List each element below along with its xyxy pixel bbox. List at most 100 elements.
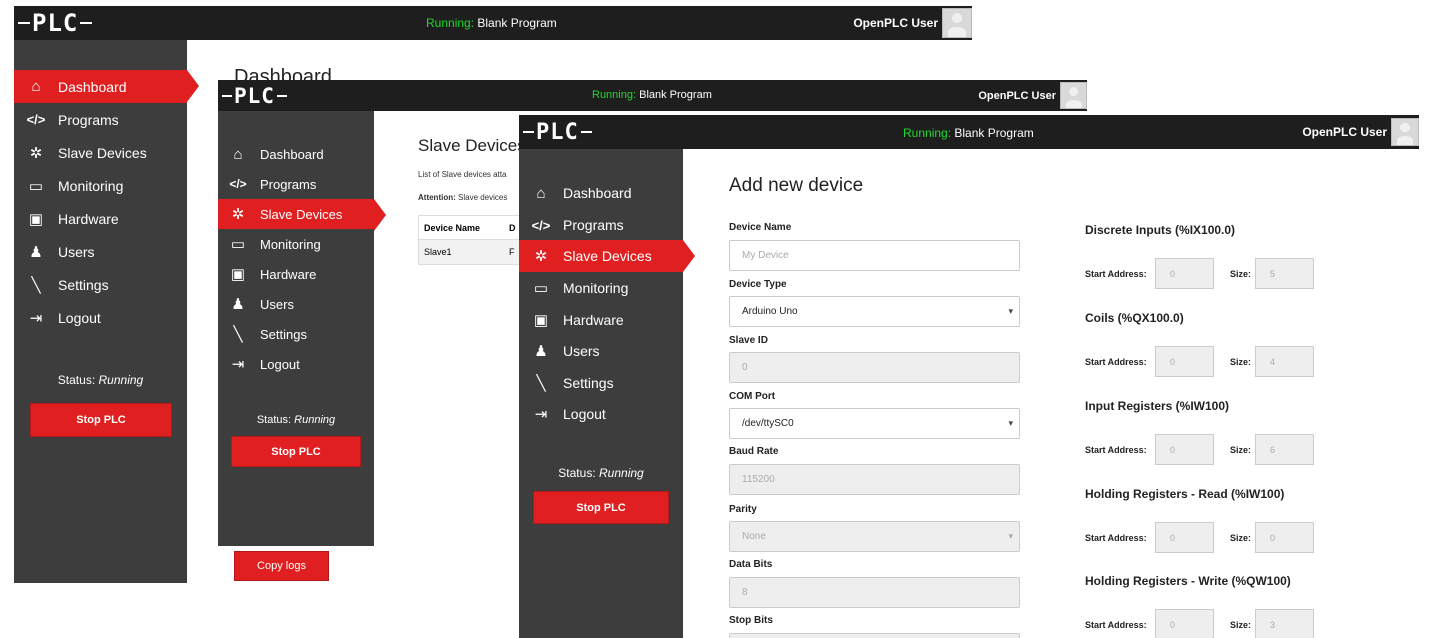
holding-registers-read-title: Holding Registers - Read (%IW100): [1085, 487, 1285, 501]
logout-icon: ⇥: [231, 356, 245, 373]
sidebar-item-label: Users: [58, 243, 95, 260]
coils-start-input[interactable]: 0: [1155, 346, 1214, 377]
top-bar: PLC Running: Blank Program OpenPLC User: [519, 115, 1419, 149]
sidebar-item-users[interactable]: ♟ Users: [14, 235, 187, 268]
stop-plc-button[interactable]: Stop PLC: [231, 436, 361, 467]
device-type-label: Device Type: [729, 279, 787, 290]
sidebar-item-logout[interactable]: ⇥ Logout: [14, 301, 187, 334]
parity-select[interactable]: None: [729, 521, 1020, 552]
user-name: OpenPLC User: [978, 89, 1056, 102]
code-icon: </>: [26, 112, 46, 127]
input-registers-start-input[interactable]: 0: [1155, 434, 1214, 465]
sidebar-item-hardware[interactable]: ▣ Hardware: [519, 304, 683, 336]
holding-write-start-input[interactable]: 0: [1155, 609, 1214, 638]
device-name-input[interactable]: My Device: [729, 240, 1020, 271]
chip-icon: ▣: [28, 210, 44, 228]
sidebar-item-logout[interactable]: ⇥ Logout: [519, 398, 683, 430]
program-name: Blank Program: [477, 16, 557, 30]
sidebar-item-label: Users: [563, 343, 600, 359]
size-label: Size:: [1230, 533, 1252, 543]
wrench-icon: ╲: [233, 326, 243, 343]
sidebar-item-label: Settings: [563, 375, 614, 391]
top-bar: PLC Running: Blank Program OpenPLC User: [218, 80, 1087, 111]
users-icon: ♟: [231, 296, 245, 313]
sidebar-item-label: Hardware: [260, 266, 317, 282]
sidebar-item-monitoring[interactable]: ▭ Monitoring: [14, 169, 187, 202]
coils-size-input[interactable]: 4: [1255, 346, 1314, 377]
sidebar-item-programs[interactable]: </> Programs: [14, 103, 187, 136]
sidebar-item-programs[interactable]: </> Programs: [218, 169, 374, 199]
slave-id-label: Slave ID: [729, 335, 768, 346]
sidebar-item-hardware[interactable]: ▣ Hardware: [14, 202, 187, 235]
sidebar-item-monitoring[interactable]: ▭ Monitoring: [519, 272, 683, 304]
input-registers-size-input[interactable]: 6: [1255, 434, 1314, 465]
sidebar-item-settings[interactable]: ╲ Settings: [14, 268, 187, 301]
sidebar-item-label: Monitoring: [260, 236, 321, 252]
sidebar-item-hardware[interactable]: ▣ Hardware: [218, 259, 374, 289]
sidebar-item-dashboard[interactable]: ⌂ Dashboard: [519, 177, 683, 209]
users-icon: ♟: [29, 243, 43, 261]
device-type-select[interactable]: Arduino Uno: [729, 296, 1020, 327]
com-port-label: COM Port: [729, 391, 776, 402]
user-menu[interactable]: OpenPLC User: [853, 6, 972, 40]
user-menu[interactable]: OpenPLC User: [978, 80, 1087, 111]
sidebar-item-slave-devices[interactable]: ✲ Slave Devices: [14, 136, 187, 169]
sidebar-item-label: Slave Devices: [260, 206, 343, 222]
gear-cluster-icon: ✲: [29, 144, 43, 162]
sidebar-item-users[interactable]: ♟ Users: [519, 335, 683, 367]
stop-bits-label: Stop Bits: [729, 615, 773, 626]
home-icon: ⌂: [536, 184, 546, 202]
size-label: Size:: [1230, 620, 1252, 630]
sidebar-item-monitoring[interactable]: ▭ Monitoring: [218, 229, 374, 259]
home-icon: ⌂: [31, 78, 41, 95]
user-menu[interactable]: OpenPLC User: [1302, 115, 1419, 149]
attention-note: Attention: Slave devices: [418, 193, 508, 202]
sidebar-item-programs[interactable]: </> Programs: [519, 209, 683, 241]
size-label: Size:: [1230, 269, 1252, 279]
sidebar-item-logout[interactable]: ⇥ Logout: [218, 349, 374, 379]
sidebar-item-label: Logout: [260, 356, 300, 372]
sidebar-item-dashboard[interactable]: ⌂ Dashboard: [218, 139, 374, 169]
code-icon: </>: [531, 217, 551, 233]
program-name: Blank Program: [954, 126, 1034, 140]
sidebar-item-slave-devices[interactable]: ✲ Slave Devices: [519, 240, 695, 272]
logout-icon: ⇥: [534, 406, 548, 423]
sidebar-item-label: Settings: [58, 276, 109, 293]
gear-cluster-icon: ✲: [534, 248, 548, 265]
discrete-inputs-size-input[interactable]: 5: [1255, 258, 1314, 289]
sidebar-item-dashboard[interactable]: ⌂ Dashboard: [14, 70, 199, 103]
monitor-icon: ▭: [230, 236, 246, 253]
logo-text: PLC: [536, 119, 579, 145]
users-icon: ♟: [534, 343, 548, 360]
stop-bits-input[interactable]: [729, 633, 1020, 638]
discrete-inputs-title: Discrete Inputs (%IX100.0): [1085, 223, 1236, 237]
baud-rate-input[interactable]: 115200: [729, 464, 1020, 495]
page-title: Add new device: [729, 175, 864, 196]
run-label: Running:: [592, 89, 637, 101]
com-port-select[interactable]: /dev/ttySC0: [729, 408, 1020, 439]
user-name: OpenPLC User: [1302, 125, 1387, 139]
sidebar-item-settings[interactable]: ╲ Settings: [519, 367, 683, 399]
sidebar-item-slave-devices[interactable]: ✲ Slave Devices: [218, 199, 386, 231]
holding-read-size-input[interactable]: 0: [1255, 522, 1314, 553]
size-label: Size:: [1230, 445, 1252, 455]
logout-icon: ⇥: [29, 309, 43, 327]
home-icon: ⌂: [233, 145, 243, 163]
holding-write-size-input[interactable]: 3: [1255, 609, 1314, 638]
sidebar-item-settings[interactable]: ╲ Settings: [218, 319, 374, 349]
sidebar-item-label: Logout: [563, 406, 606, 422]
sidebar-item-label: Dashboard: [260, 146, 324, 162]
discrete-inputs-start-input[interactable]: 0: [1155, 258, 1214, 289]
copy-logs-button[interactable]: Copy logs: [234, 551, 329, 581]
sidebar-item-users[interactable]: ♟ Users: [218, 289, 374, 319]
avatar: [942, 8, 972, 38]
data-bits-input[interactable]: 8: [729, 577, 1020, 608]
start-address-label: Start Address:: [1085, 357, 1147, 367]
stop-plc-button[interactable]: Stop PLC: [533, 491, 669, 524]
stop-plc-button[interactable]: Stop PLC: [30, 403, 172, 437]
slave-id-input[interactable]: 0: [729, 352, 1020, 383]
page-title: Slave Devices: [418, 136, 526, 155]
sidebar-item-label: Settings: [260, 326, 307, 342]
monitor-icon: ▭: [28, 177, 44, 195]
holding-read-start-input[interactable]: 0: [1155, 522, 1214, 553]
